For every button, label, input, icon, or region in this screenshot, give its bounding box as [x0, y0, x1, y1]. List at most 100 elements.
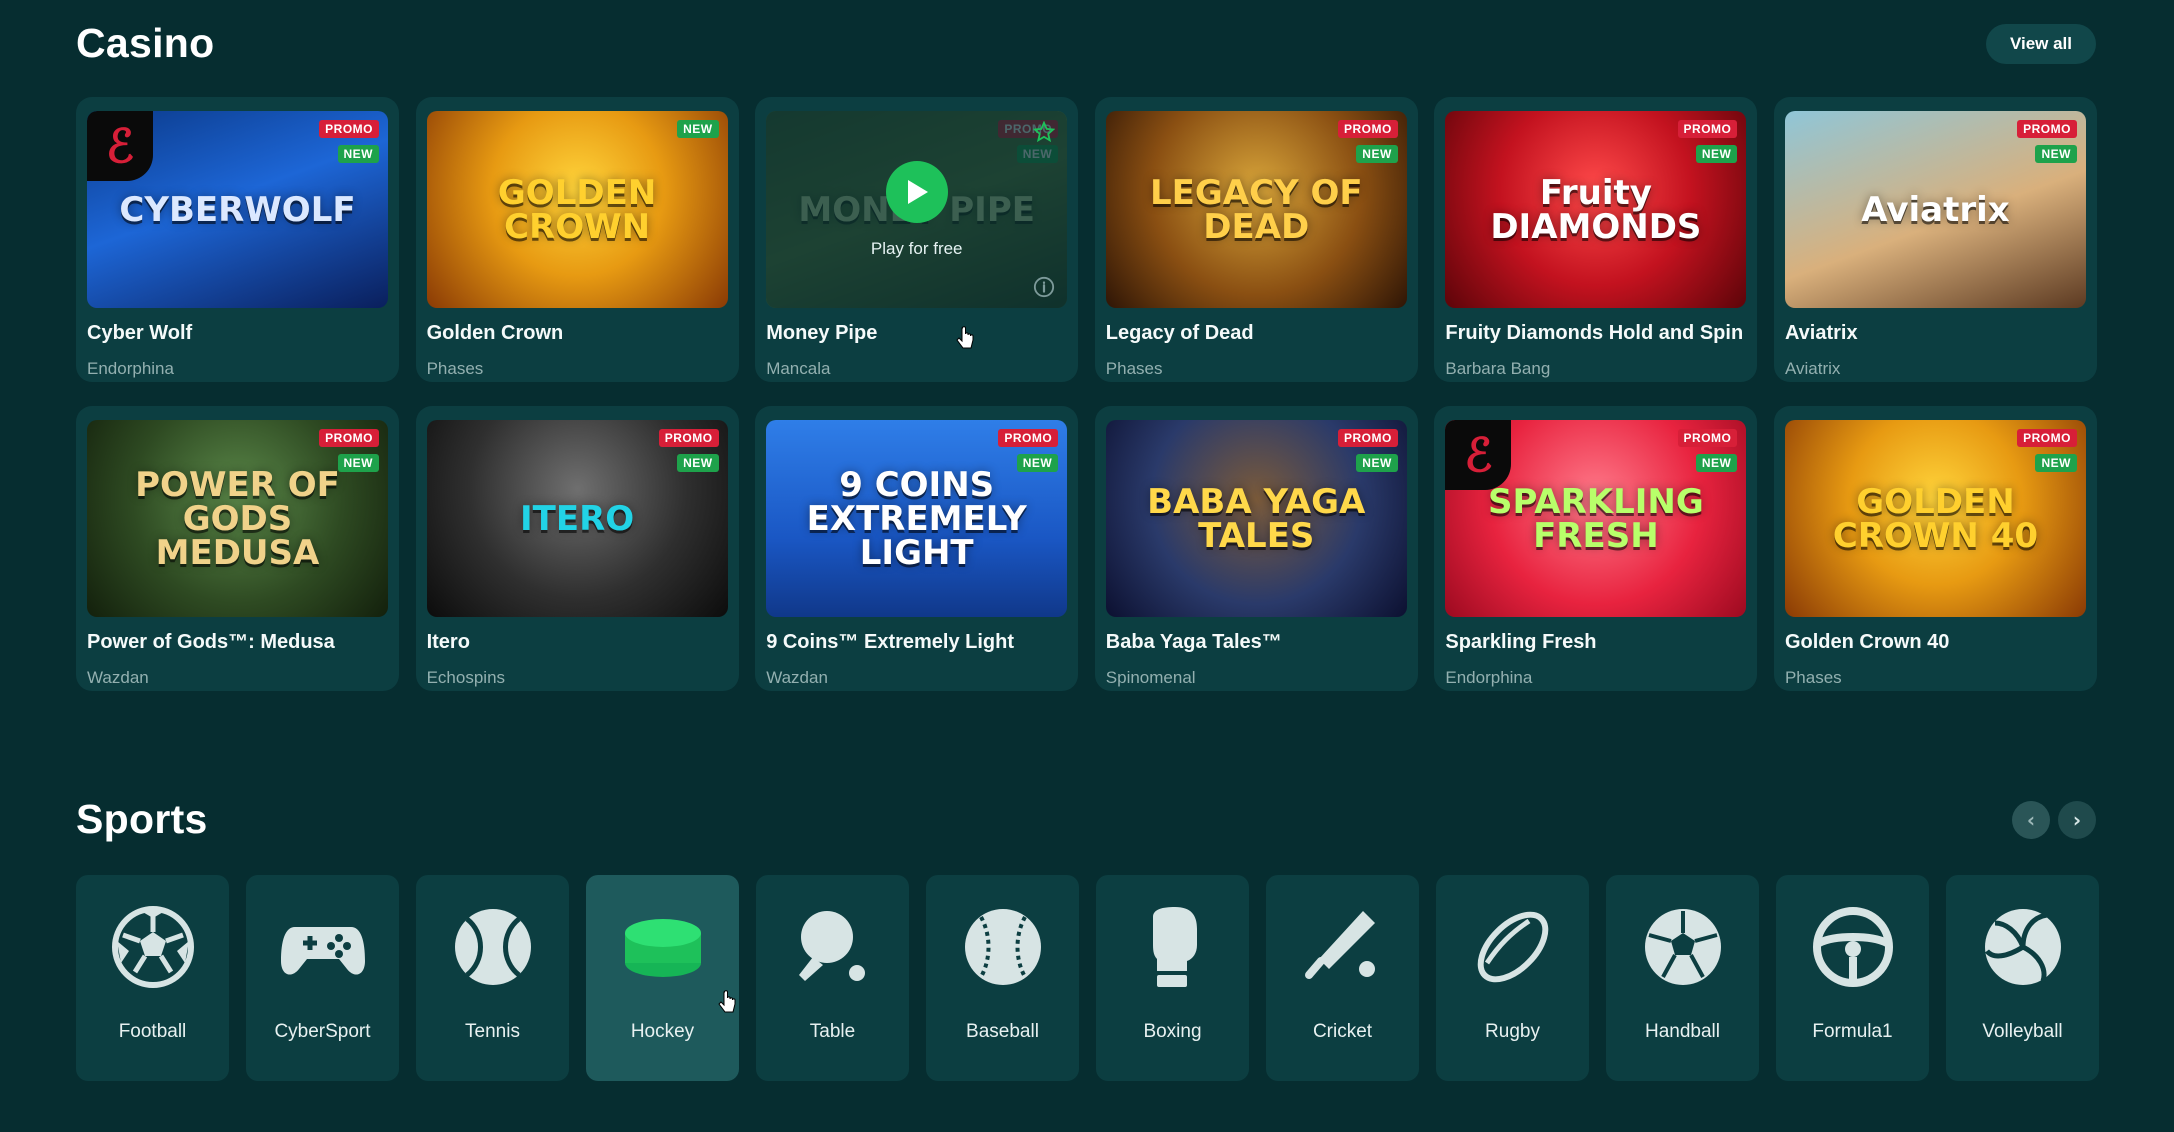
view-all-button[interactable]: View all	[1985, 23, 2096, 64]
game-thumbnail[interactable]: GOLDEN CROWN NEW	[426, 111, 728, 308]
sport-tile-rugby[interactable]: Rugby	[1436, 875, 1589, 1081]
game-thumbnail[interactable]: BABA YAGA TALES PROMO NEW	[1105, 420, 1407, 617]
new-badge: NEW	[337, 145, 379, 163]
badge-group: PROMO NEW	[1337, 120, 1398, 163]
sports-carousel: Football CyberSport Tennis Hockey Table Baseb…	[76, 875, 2099, 1081]
game-art-title: GOLDEN CROWN 40	[1832, 481, 2039, 556]
game-provider: Phases	[426, 359, 484, 378]
game-card[interactable]: ITERO PROMO NEW Itero Echospins	[415, 406, 739, 691]
badge-group: PROMO NEW	[1677, 120, 1738, 163]
sport-tile-hockey[interactable]: Hockey	[586, 875, 739, 1081]
new-badge: NEW	[337, 454, 379, 472]
badge-group: NEW	[677, 120, 719, 138]
game-thumbnail[interactable]: Aviatrix PROMO NEW	[1784, 111, 2086, 308]
game-provider: Aviatrix	[1784, 359, 1841, 378]
sport-label: Formula1	[1812, 1021, 1893, 1042]
new-badge: NEW	[1695, 454, 1738, 472]
promo-badge: PROMO	[1337, 429, 1398, 447]
star-favorite-icon[interactable]	[1033, 121, 1056, 143]
game-thumbnail[interactable]: SPARKLING FRESH ℰ PROMO NEW	[1445, 420, 1747, 617]
game-thumbnail[interactable]: 9 COINS EXTREMELY LIGHT PROMO NEW	[766, 420, 1068, 617]
steering-wheel-icon	[1811, 905, 1895, 989]
game-title: Golden Crown	[426, 322, 564, 344]
table-tennis-icon	[791, 905, 875, 989]
game-thumbnail[interactable]: Fruity DIAMONDS PROMO NEW	[1445, 111, 1747, 308]
game-art-title: BABA YAGA TALES	[1147, 481, 1366, 556]
sport-tile-cybersport[interactable]: CyberSport	[246, 875, 399, 1081]
casino-title: Casino	[76, 20, 215, 66]
sport-tile-boxing[interactable]: Boxing	[1096, 875, 1249, 1081]
game-card[interactable]: LEGACY OF DEAD PROMO NEW Legacy of Dead Phas…	[1094, 97, 1418, 382]
play-for-free-label[interactable]: Play for free	[871, 239, 963, 259]
sport-tile-handball[interactable]: Handball	[1606, 875, 1759, 1081]
sports-title: Sports	[76, 796, 208, 842]
promo-badge: PROMO	[1677, 429, 1738, 447]
handball-icon	[1641, 905, 1725, 989]
game-thumbnail[interactable]: LEGACY OF DEAD PROMO NEW	[1105, 111, 1407, 308]
sport-tile-volleyball[interactable]: Volleyball	[1946, 875, 2099, 1081]
game-hover-overlay: Play for free	[766, 111, 1068, 308]
hockey-puck-icon	[621, 905, 705, 989]
carousel-next-button[interactable]: ›	[2058, 800, 2096, 839]
game-card[interactable]: GOLDEN CROWN 40 PROMO NEW Golden Crown 40 Ph…	[1773, 406, 2097, 691]
game-title: Legacy of Dead	[1105, 322, 1254, 344]
game-thumbnail[interactable]: MONEY PIPEPROMONEWPlay for free	[766, 111, 1068, 308]
game-thumbnail[interactable]: POWER OF GODS MEDUSA PROMO NEW	[87, 420, 388, 617]
game-card[interactable]: POWER OF GODS MEDUSA PROMO NEW Power of God…	[76, 406, 399, 691]
sport-tile-formula1[interactable]: Formula1	[1776, 875, 1929, 1081]
carousel-prev-button[interactable]: ‹	[2012, 800, 2050, 839]
game-card[interactable]: MONEY PIPEPROMONEWPlay for free Money Pip…	[755, 97, 1079, 382]
game-thumbnail[interactable]: CYBERWOLF ℰ PROMO NEW	[87, 111, 388, 308]
play-button[interactable]	[885, 160, 948, 223]
promo-badge: PROMO	[2017, 429, 2077, 447]
sport-tile-cricket[interactable]: Cricket	[1266, 875, 1419, 1081]
game-card[interactable]: Fruity DIAMONDS PROMO NEW Fruity Diamonds H…	[1434, 97, 1758, 382]
badge-group: PROMO NEW	[2017, 429, 2077, 472]
game-provider: Echospins	[426, 668, 506, 687]
game-art-title: POWER OF GODS MEDUSA	[135, 464, 340, 573]
sport-tile-baseball[interactable]: Baseball	[926, 875, 1079, 1081]
game-provider: Barbara Bang	[1445, 359, 1551, 378]
game-thumbnail[interactable]: GOLDEN CROWN 40 PROMO NEW	[1784, 420, 2086, 617]
sport-tile-table[interactable]: Table	[756, 875, 909, 1081]
game-card[interactable]: 9 COINS EXTREMELY LIGHT PROMO NEW 9 Coins™ …	[755, 406, 1079, 691]
sport-tile-football[interactable]: Football	[76, 875, 229, 1081]
sport-label: CyberSport	[274, 1021, 371, 1042]
sport-tile-tennis[interactable]: Tennis	[416, 875, 569, 1081]
tennis-ball-icon	[451, 905, 535, 989]
game-art-title: CYBERWOLF	[119, 189, 356, 230]
promo-badge: PROMO	[1677, 120, 1738, 138]
endorphina-logo-icon: ℰ	[87, 111, 153, 181]
sport-label: Volleyball	[1982, 1021, 2063, 1042]
game-provider: Wazdan	[766, 668, 828, 687]
new-badge: NEW	[2035, 454, 2077, 472]
game-title: Money Pipe	[766, 322, 878, 344]
game-card[interactable]: BABA YAGA TALES PROMO NEW Baba Yaga Tales™ S…	[1094, 406, 1418, 691]
game-card[interactable]: CYBERWOLF ℰ PROMO NEW Cyber Wolf Endorphina	[76, 97, 399, 382]
boxing-glove-icon	[1131, 905, 1215, 989]
game-title: Sparkling Fresh	[1445, 631, 1597, 653]
game-provider: Phases	[1784, 668, 1842, 687]
info-icon[interactable]	[1033, 276, 1055, 298]
baseball-icon	[961, 905, 1045, 989]
promo-badge: PROMO	[1337, 120, 1398, 138]
new-badge: NEW	[1356, 454, 1398, 472]
badge-group: PROMO NEW	[1337, 429, 1398, 472]
game-art-title: Aviatrix	[1861, 189, 2010, 230]
game-title: Baba Yaga Tales™	[1105, 631, 1282, 653]
sport-label: Cricket	[1312, 1021, 1373, 1042]
game-provider: Endorphina	[87, 359, 174, 378]
game-provider: Phases	[1105, 359, 1163, 378]
game-card[interactable]: SPARKLING FRESH ℰ PROMO NEW Sparkling Fresh E…	[1434, 406, 1758, 691]
game-card[interactable]: GOLDEN CROWN NEW Golden Crown Phases	[415, 97, 739, 382]
game-art-title: Fruity DIAMONDS	[1490, 172, 1702, 247]
volleyball-icon	[1981, 905, 2065, 989]
sport-label: Football	[118, 1021, 187, 1042]
game-card[interactable]: Aviatrix PROMO NEW Aviatrix Aviatrix	[1773, 97, 2097, 382]
sport-label: Handball	[1645, 1021, 1720, 1042]
casino-header: Casino View all	[76, 20, 2096, 67]
sport-label: Boxing	[1143, 1021, 1202, 1042]
game-thumbnail[interactable]: ITERO PROMO NEW	[426, 420, 728, 617]
badge-group: PROMO NEW	[319, 429, 379, 472]
game-art-title: LEGACY OF DEAD	[1149, 172, 1363, 247]
